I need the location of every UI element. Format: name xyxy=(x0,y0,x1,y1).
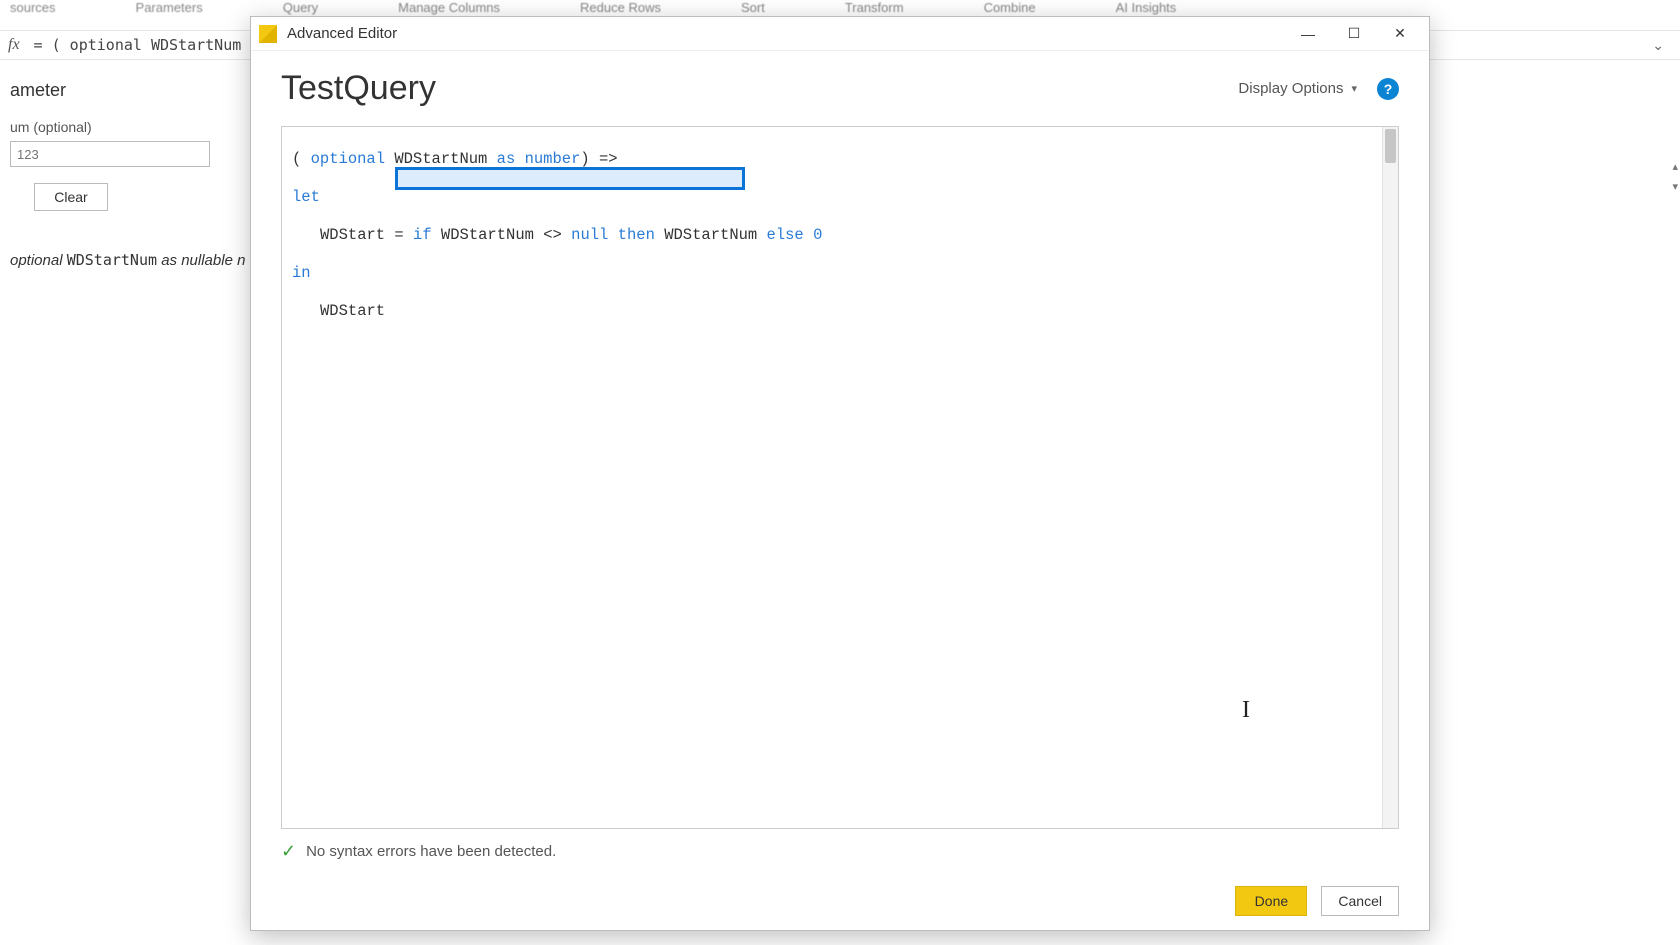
caret-down-icon: ▾ xyxy=(1351,82,1357,95)
ribbon-item[interactable]: Transform xyxy=(845,0,904,15)
dialog-header: TestQuery Display Options ▾ ? xyxy=(281,69,1399,108)
right-scroll-edge: ▴ ▾ xyxy=(1660,30,1680,910)
fx-icon: fx xyxy=(8,36,20,54)
check-icon: ✓ xyxy=(281,841,296,862)
code-content[interactable]: ( optional WDStartNum as number) => let … xyxy=(282,127,1398,828)
status-text: No syntax errors have been detected. xyxy=(306,843,556,860)
window-buttons: ― ☐ ✕ xyxy=(1285,19,1423,49)
ribbon-item[interactable]: AI Insights xyxy=(1116,0,1177,15)
display-options-dropdown[interactable]: Display Options ▾ xyxy=(1238,80,1357,97)
maximize-button[interactable]: ☐ xyxy=(1331,19,1377,49)
ribbon-row: sources Parameters Query Manage Columns … xyxy=(0,0,1680,12)
arrow-down-icon[interactable]: ▾ xyxy=(1672,180,1678,193)
close-button[interactable]: ✕ xyxy=(1377,19,1423,49)
ribbon-item[interactable]: Parameters xyxy=(136,0,203,15)
dialog-title: Advanced Editor xyxy=(287,25,1285,42)
panel-heading: ameter xyxy=(10,80,240,101)
parameter-input[interactable] xyxy=(10,141,210,167)
scroll-thumb[interactable] xyxy=(1385,129,1396,163)
cancel-button[interactable]: Cancel xyxy=(1321,886,1399,916)
status-bar: ✓ No syntax errors have been detected. xyxy=(281,841,1399,862)
dialog-body: TestQuery Display Options ▾ ? ( optional… xyxy=(251,51,1429,930)
type-info: optional WDStartNum as nullable n xyxy=(10,251,240,269)
field-label: um (optional) xyxy=(10,119,240,135)
ribbon-item[interactable]: Query xyxy=(283,0,318,15)
text-cursor-icon: I xyxy=(1242,697,1250,724)
ribbon-item[interactable]: Reduce Rows xyxy=(580,0,661,15)
minimize-button[interactable]: ― xyxy=(1285,19,1331,49)
ribbon-item[interactable]: sources xyxy=(10,0,56,15)
arrow-up-icon[interactable]: ▴ xyxy=(1672,160,1678,173)
parameter-panel: ameter um (optional) Clear optional WDSt… xyxy=(0,70,250,350)
ribbon-item[interactable]: Manage Columns xyxy=(398,0,500,15)
code-editor[interactable]: ( optional WDStartNum as number) => let … xyxy=(281,126,1399,829)
help-icon: ? xyxy=(1384,81,1393,97)
app-logo-icon xyxy=(259,25,277,43)
title-bar[interactable]: Advanced Editor ― ☐ ✕ xyxy=(251,17,1429,51)
ribbon-item[interactable]: Sort xyxy=(741,0,765,15)
display-options-label: Display Options xyxy=(1238,80,1343,97)
done-button[interactable]: Done xyxy=(1235,886,1307,916)
query-name: TestQuery xyxy=(281,69,1238,108)
help-button[interactable]: ? xyxy=(1377,78,1399,100)
clear-button[interactable]: Clear xyxy=(34,183,108,211)
button-row: Done Cancel xyxy=(281,886,1399,916)
ribbon-item[interactable]: Combine xyxy=(984,0,1036,15)
vertical-scrollbar[interactable] xyxy=(1382,127,1398,828)
advanced-editor-dialog: Advanced Editor ― ☐ ✕ TestQuery Display … xyxy=(250,16,1430,931)
